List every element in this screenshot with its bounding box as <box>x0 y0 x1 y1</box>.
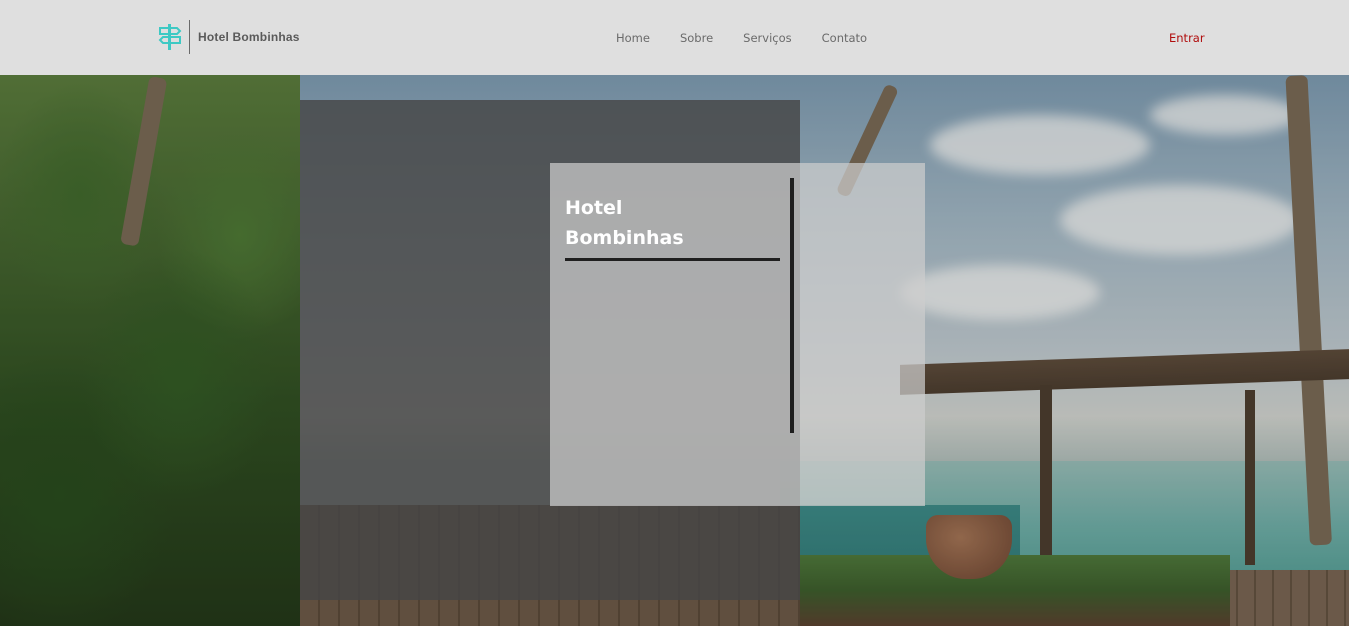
main-nav: Home Sobre Serviços Contato <box>616 31 897 45</box>
brand-name: Hotel Bombinhas <box>198 30 300 44</box>
hero-vertical-bar <box>790 178 794 433</box>
hero-title-line1: Hotel <box>565 197 623 219</box>
nav-sobre[interactable]: Sobre <box>680 31 713 45</box>
nav-servicos[interactable]: Serviços <box>743 31 791 45</box>
nav-home[interactable]: Home <box>616 31 650 45</box>
site-header: Hotel Bombinhas Home Sobre Serviços Cont… <box>0 0 1349 75</box>
brand[interactable]: Hotel Bombinhas <box>157 20 300 54</box>
hero-title-underline <box>565 258 780 261</box>
signpost-icon <box>157 23 183 51</box>
hero-title: Hotel Bombinhas <box>565 193 765 253</box>
brand-divider <box>189 20 190 54</box>
nav-contato[interactable]: Contato <box>822 31 867 45</box>
hero-title-line2: Bombinhas <box>565 227 684 249</box>
login-link[interactable]: Entrar <box>1169 31 1205 45</box>
